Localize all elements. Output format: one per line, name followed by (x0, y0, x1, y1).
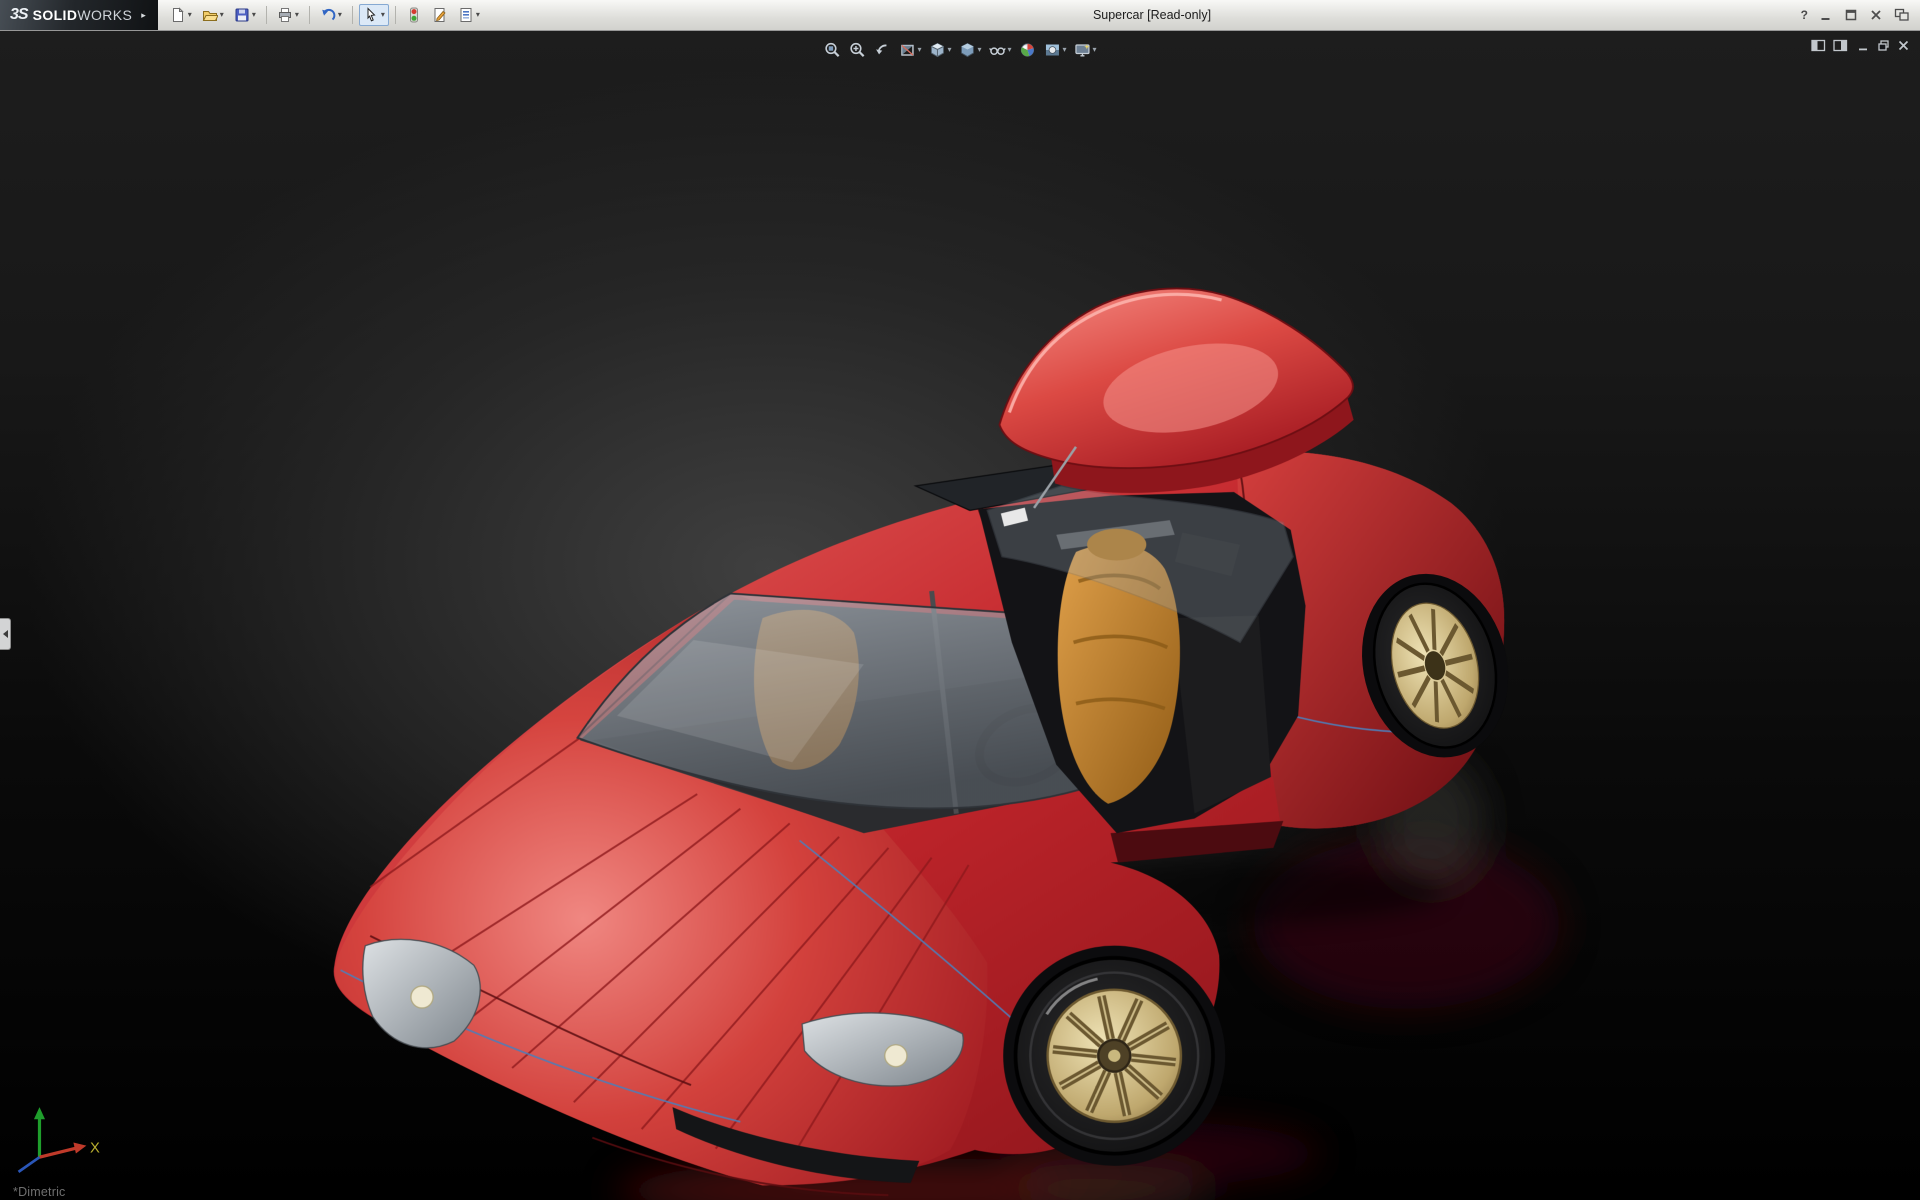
display-style-button[interactable]: ▾ (956, 39, 983, 61)
help-button[interactable]: ? (1801, 8, 1808, 22)
doc-minimize-icon[interactable] (1857, 39, 1870, 52)
hide-show-glasses-icon (989, 41, 1007, 59)
dropdown-arrow-icon[interactable]: ▾ (1008, 46, 1012, 54)
front-wheel[interactable] (1003, 946, 1225, 1166)
car-body[interactable] (334, 451, 1505, 1195)
previous-view-button[interactable] (871, 39, 893, 61)
section-view-button[interactable]: ▾ (896, 39, 923, 61)
select-cursor-icon (363, 7, 379, 23)
collapse-arrow-icon (3, 630, 8, 638)
apply-scene-icon (1044, 41, 1062, 59)
apply-scene-button[interactable]: ▾ (1042, 39, 1069, 61)
rebuild-stoplight-icon (406, 7, 422, 23)
view-orientation-cube-icon (928, 41, 946, 59)
edit-appearance-button[interactable] (1017, 39, 1039, 61)
coordinate-triad: X (19, 1107, 101, 1172)
zoom-to-area-button[interactable] (846, 39, 868, 61)
options-icon (458, 7, 474, 23)
dropdown-arrow-icon[interactable]: ▾ (252, 11, 256, 19)
previous-view-icon (873, 41, 891, 59)
dropdown-arrow-icon[interactable]: ▾ (1063, 46, 1067, 54)
graphics-viewport[interactable]: X ▾ ▾ ▾ (0, 31, 1920, 1200)
logo-flyout-icon[interactable]: ▸ (141, 10, 146, 21)
hide-show-items-button[interactable]: ▾ (987, 39, 1014, 61)
dropdown-arrow-icon[interactable]: ▾ (917, 46, 921, 54)
edit-appearance-icon (1019, 41, 1037, 59)
toolbar-separator (266, 6, 267, 24)
section-view-icon (898, 41, 916, 59)
document-title: Supercar [Read-only] (1093, 8, 1211, 22)
print-icon (277, 7, 293, 23)
solidworks-logo[interactable]: 3S SOLIDWORKS ▸ (0, 0, 158, 30)
solidworks-window: 3S SOLIDWORKS ▸ ▾ ▾ ▾ ▾ (0, 0, 1920, 1200)
dropdown-arrow-icon[interactable]: ▾ (338, 11, 342, 19)
rebuild-button[interactable] (402, 4, 426, 26)
pane-left-toggle-icon[interactable] (1811, 39, 1826, 52)
toolbar-separator (352, 6, 353, 24)
dropdown-arrow-icon[interactable]: ▾ (295, 11, 299, 19)
file-properties-button[interactable] (428, 4, 452, 26)
new-document-icon (170, 7, 186, 23)
select-button[interactable]: ▾ (359, 4, 389, 26)
zoom-to-fit-icon (823, 41, 841, 59)
brand-bold: SOLID (33, 7, 78, 23)
doc-restore-icon[interactable] (1877, 39, 1890, 52)
zoom-to-area-icon (848, 41, 866, 59)
view-orientation-label: *Dimetric (13, 1185, 66, 1199)
maximize-button[interactable] (1844, 8, 1858, 22)
new-document-button[interactable]: ▾ (166, 4, 196, 26)
save-button[interactable]: ▾ (230, 4, 260, 26)
dropdown-arrow-icon[interactable]: ▾ (381, 11, 385, 19)
supercar-3d-model[interactable]: X (0, 31, 1920, 1200)
heads-up-view-toolbar: ▾ ▾ ▾ ▾ ▾ ▾ (821, 39, 1098, 61)
save-icon (234, 7, 250, 23)
open-button[interactable]: ▾ (198, 4, 228, 26)
doc-min-restore-close-group (1857, 39, 1910, 52)
dropdown-arrow-icon[interactable]: ▾ (977, 46, 981, 54)
pane-toggle-group (1811, 39, 1848, 52)
view-settings-icon (1074, 41, 1092, 59)
toolbar-separator (309, 6, 310, 24)
brand-light: WORKS (77, 7, 132, 23)
options-button[interactable]: ▾ (454, 4, 484, 26)
print-button[interactable]: ▾ (273, 4, 303, 26)
feature-manager-collapse-tab[interactable] (0, 618, 11, 650)
3ds-mark: 3S (10, 6, 28, 24)
undo-button[interactable]: ▾ (316, 4, 346, 26)
dropdown-arrow-icon[interactable]: ▾ (188, 11, 192, 19)
minimize-button[interactable] (1819, 8, 1833, 22)
dropdown-arrow-icon[interactable]: ▾ (476, 11, 480, 19)
dropdown-arrow-icon[interactable]: ▾ (1093, 46, 1097, 54)
open-icon (202, 7, 218, 23)
view-settings-button[interactable]: ▾ (1072, 39, 1099, 61)
display-style-icon (958, 41, 976, 59)
brand-text: SOLIDWORKS (33, 7, 133, 23)
doc-close-icon[interactable] (1897, 39, 1910, 52)
window-controls: ? (1801, 8, 1920, 22)
view-orientation-button[interactable]: ▾ (926, 39, 953, 61)
document-window-controls (1811, 39, 1910, 52)
main-toolbar: ▾ ▾ ▾ ▾ ▾ (158, 4, 492, 26)
triad-x-label: X (90, 1140, 100, 1156)
toolbar-separator (395, 6, 396, 24)
file-properties-icon (432, 7, 448, 23)
arrange-windows-icon[interactable] (1894, 8, 1910, 22)
zoom-to-fit-button[interactable] (821, 39, 843, 61)
dropdown-arrow-icon[interactable]: ▾ (220, 11, 224, 19)
dropdown-arrow-icon[interactable]: ▾ (947, 46, 951, 54)
title-bar: 3S SOLIDWORKS ▸ ▾ ▾ ▾ ▾ (0, 0, 1920, 31)
undo-icon (320, 7, 336, 23)
close-button[interactable] (1869, 8, 1883, 22)
pane-right-toggle-icon[interactable] (1833, 39, 1848, 52)
